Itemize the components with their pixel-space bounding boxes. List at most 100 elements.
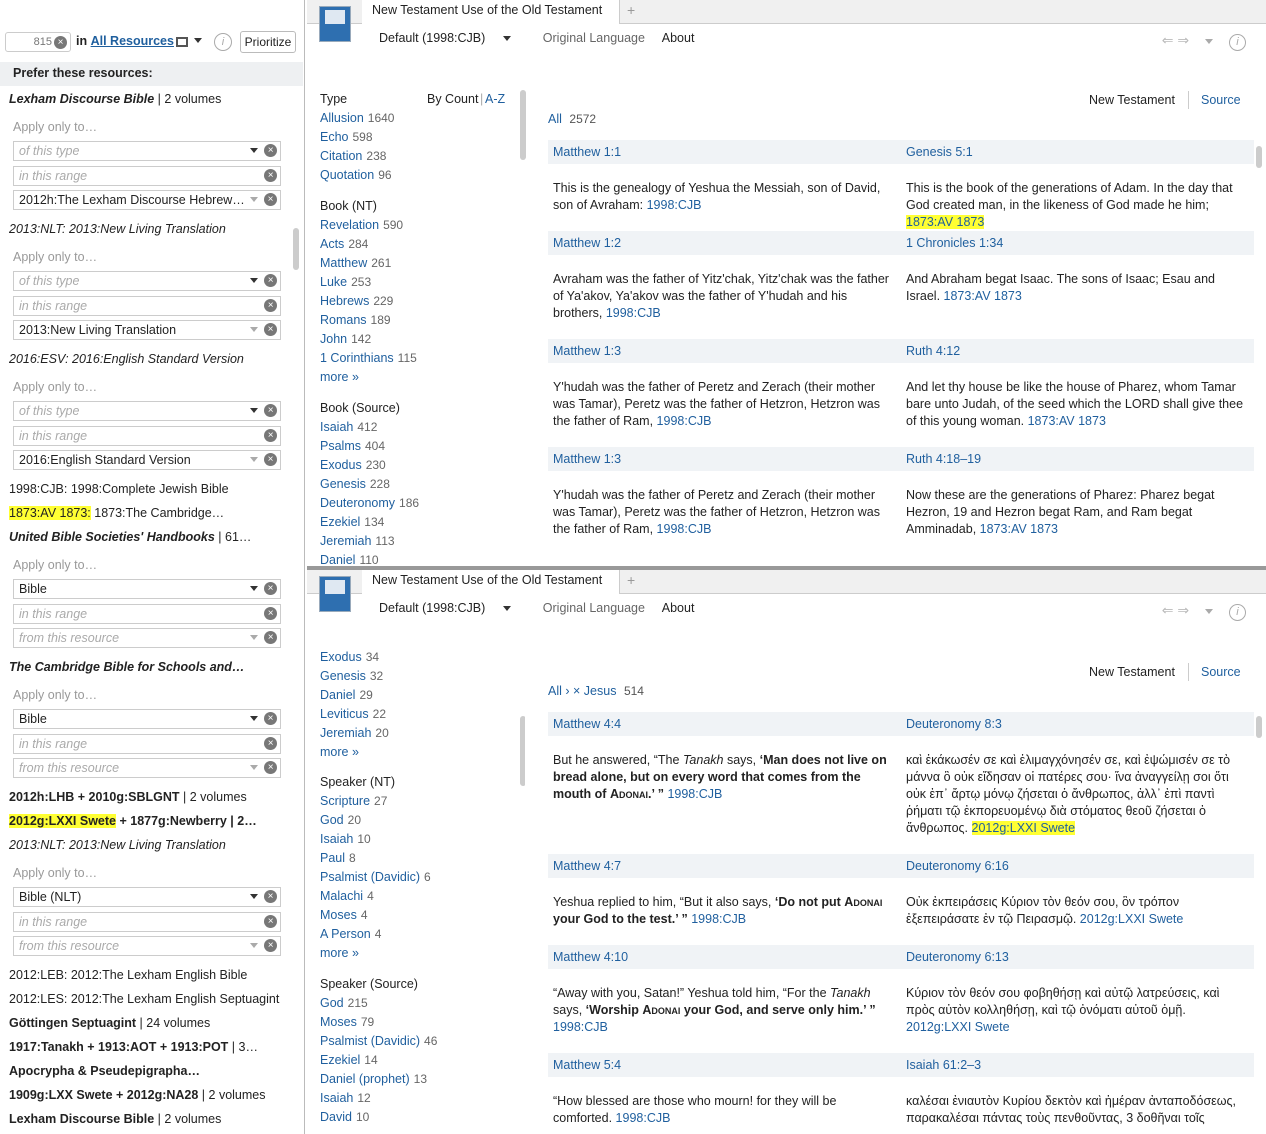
- facet-item[interactable]: Scripture 27: [320, 794, 387, 808]
- source-toggle[interactable]: Source: [1201, 665, 1241, 679]
- facet-item[interactable]: Daniel 29: [320, 688, 373, 702]
- resource-group-title[interactable]: 2012h:LHB + 2010g:SBLGNT | 2 volumes: [9, 790, 247, 804]
- resource-filter[interactable]: from this resource ×: [13, 628, 281, 648]
- resource-group-title[interactable]: 2012:LES: 2012:The Lexham English Septua…: [9, 992, 279, 1006]
- info-icon[interactable]: i: [1229, 604, 1246, 621]
- facet-item[interactable]: God 20: [320, 813, 361, 827]
- facet-item[interactable]: Jeremiah 113: [320, 534, 395, 548]
- facet-item[interactable]: John 142: [320, 332, 371, 346]
- back-icon[interactable]: ⇐: [1162, 602, 1174, 618]
- grid-view-icon[interactable]: [176, 35, 202, 49]
- facet-item[interactable]: Isaiah 12: [320, 1091, 371, 1105]
- all-count[interactable]: All 2572: [548, 112, 596, 126]
- original-language-button[interactable]: Original Language: [543, 31, 645, 45]
- more-link[interactable]: more »: [320, 745, 359, 759]
- resource-group-title[interactable]: Apocrypha & Pseudepigrapha…: [9, 1064, 200, 1078]
- az-sort[interactable]: A-Z: [485, 92, 505, 106]
- resource-group-title[interactable]: 2013:NLT: 2013:New Living Translation: [9, 838, 226, 852]
- facet-item[interactable]: Exodus 34: [320, 650, 379, 664]
- resource-filter[interactable]: 2013:New Living Translation ×: [13, 320, 281, 340]
- facet-item[interactable]: Moses 4: [320, 908, 368, 922]
- resource-group-title[interactable]: The Cambridge Bible for Schools and…: [9, 660, 244, 674]
- resource-icon[interactable]: [319, 576, 351, 612]
- result-row-header[interactable]: Matthew 1:3 Ruth 4:12: [548, 339, 1254, 363]
- type-filter[interactable]: Bible (NLT) ×: [13, 887, 281, 907]
- facet-item[interactable]: Leviticus 22: [320, 707, 386, 721]
- resource-filter[interactable]: from this resource ×: [13, 936, 281, 956]
- resource-group-title[interactable]: 2012g:LXXI Swete + 1877g:Newberry | 2…: [9, 814, 257, 828]
- range-filter[interactable]: in this range ×: [13, 604, 281, 624]
- facet-item[interactable]: Malachi 4: [320, 889, 374, 903]
- facet-item[interactable]: Deuteronomy 186: [320, 496, 419, 510]
- facet-item[interactable]: Echo 598: [320, 130, 373, 144]
- resource-group-title[interactable]: 2013:NLT: 2013:New Living Translation: [9, 222, 226, 236]
- new-tab-icon[interactable]: +: [627, 572, 635, 588]
- resource-group-title[interactable]: Lexham Discourse Bible | 2 volumes: [9, 92, 221, 106]
- type-filter[interactable]: of this type ×: [13, 401, 281, 421]
- default-dropdown[interactable]: Default (1998:CJB): [379, 601, 525, 615]
- search-count-field[interactable]: 815 ×: [5, 32, 71, 52]
- source-toggle[interactable]: Source: [1201, 93, 1241, 107]
- resource-group-title[interactable]: 2012:LEB: 2012:The Lexham English Bible: [9, 968, 247, 982]
- facet-item[interactable]: Ezekiel 14: [320, 1053, 378, 1067]
- info-icon[interactable]: i: [214, 33, 232, 51]
- range-filter[interactable]: in this range ×: [13, 296, 281, 316]
- facet-item[interactable]: David 10: [320, 1110, 369, 1124]
- facet-item[interactable]: Genesis 32: [320, 669, 383, 683]
- facet-item[interactable]: Daniel 110: [320, 553, 379, 566]
- type-filter[interactable]: of this type ×: [13, 141, 281, 161]
- facet-item[interactable]: Exodus 230: [320, 458, 386, 472]
- scrollbar[interactable]: [1256, 716, 1262, 738]
- facet-item[interactable]: Hebrews 229: [320, 294, 393, 308]
- scrollbar[interactable]: [1256, 146, 1262, 168]
- result-row-header[interactable]: Matthew 4:4 Deuteronomy 8:3: [548, 712, 1254, 736]
- new-tab-icon[interactable]: +: [627, 2, 635, 18]
- facet-item[interactable]: Luke 253: [320, 275, 371, 289]
- resource-icon[interactable]: [319, 6, 351, 42]
- scrollbar[interactable]: [293, 90, 301, 1130]
- default-dropdown[interactable]: Default (1998:CJB): [379, 31, 525, 45]
- scrollbar[interactable]: [520, 90, 526, 160]
- resource-group-title[interactable]: 2016:ESV: 2016:English Standard Version: [9, 352, 244, 366]
- new-testament-toggle[interactable]: New Testament: [1089, 93, 1175, 107]
- facet-item[interactable]: Romans 189: [320, 313, 391, 327]
- scrollbar[interactable]: [520, 716, 525, 786]
- resource-group-title[interactable]: 1909g:LXX Swete + 2012g:NA28 | 2 volumes: [9, 1088, 266, 1102]
- resource-filter[interactable]: 2012h:The Lexham Discourse Hebrew… ×: [13, 190, 281, 210]
- about-button[interactable]: About: [662, 31, 695, 45]
- facet-item[interactable]: Isaiah 10: [320, 832, 371, 846]
- type-filter[interactable]: Bible ×: [13, 579, 281, 599]
- facet-item[interactable]: Allusion 1640: [320, 111, 394, 125]
- forward-icon[interactable]: ⇒: [1177, 602, 1189, 618]
- result-row-header[interactable]: Matthew 4:7 Deuteronomy 6:16: [548, 854, 1254, 878]
- facet-item[interactable]: Genesis 228: [320, 477, 390, 491]
- range-filter[interactable]: in this range ×: [13, 912, 281, 932]
- info-icon[interactable]: i: [1229, 34, 1246, 51]
- result-row-header[interactable]: Matthew 1:2 1 Chronicles 1:34: [548, 231, 1254, 255]
- resource-filter[interactable]: from this resource ×: [13, 758, 281, 778]
- type-filter[interactable]: Bible ×: [13, 709, 281, 729]
- result-row-header[interactable]: Matthew 4:10 Deuteronomy 6:13: [548, 945, 1254, 969]
- facet-item[interactable]: Matthew 261: [320, 256, 391, 270]
- original-language-button[interactable]: Original Language: [543, 601, 645, 615]
- range-filter[interactable]: in this range ×: [13, 166, 281, 186]
- all-resources-link[interactable]: All Resources: [91, 34, 174, 48]
- clear-icon[interactable]: ×: [54, 36, 67, 49]
- crumb-jesus[interactable]: × Jesus: [573, 684, 616, 698]
- range-filter[interactable]: in this range ×: [13, 734, 281, 754]
- type-filter[interactable]: of this type ×: [13, 271, 281, 291]
- about-button[interactable]: About: [662, 601, 695, 615]
- facet-item[interactable]: Citation 238: [320, 149, 386, 163]
- tab-nt-use-ot[interactable]: New Testament Use of the Old Testament: [362, 570, 620, 594]
- facet-item[interactable]: Ezekiel 134: [320, 515, 384, 529]
- facet-item[interactable]: A Person 4: [320, 927, 381, 941]
- facet-item[interactable]: Acts 284: [320, 237, 368, 251]
- facet-item[interactable]: Moses 79: [320, 1015, 374, 1029]
- facet-item[interactable]: 1 Corinthians 115: [320, 351, 417, 365]
- facet-item[interactable]: Psalmist (Davidic) 46: [320, 1034, 437, 1048]
- facet-item[interactable]: Paul 8: [320, 851, 356, 865]
- more-link[interactable]: more »: [320, 370, 359, 384]
- prioritize-button[interactable]: Prioritize: [240, 31, 296, 53]
- result-row-header[interactable]: Matthew 1:1 Genesis 5:1: [548, 140, 1254, 164]
- more-link[interactable]: more »: [320, 946, 359, 960]
